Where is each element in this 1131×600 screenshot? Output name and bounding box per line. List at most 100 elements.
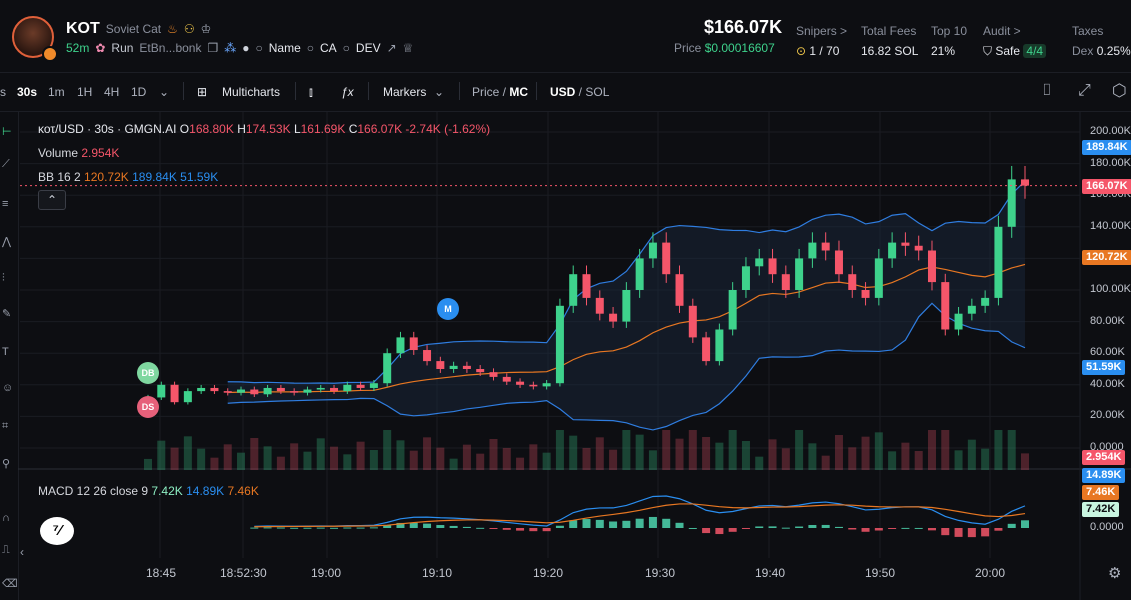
macd-histogram-bar <box>489 528 498 529</box>
usd-option[interactable]: USD <box>550 85 575 99</box>
top10-label: Top 10 <box>931 24 968 38</box>
volume-bar <box>662 430 671 470</box>
volume-bar <box>622 430 631 470</box>
candle-body <box>489 372 498 377</box>
volume-bar <box>981 448 990 470</box>
collapse-left-icon[interactable]: ‹ <box>20 545 24 559</box>
indicators-icon[interactable]: ƒx <box>341 85 354 99</box>
audit-stat[interactable]: Audit > ⛉ Safe 4/4 <box>983 24 1047 59</box>
candle-type-icon[interactable]: ⫾ <box>309 85 313 100</box>
bb-legend: BB 16 2 120.72K 189.84K 51.59K <box>38 170 218 184</box>
share-icon[interactable]: ↗ <box>387 41 397 55</box>
chart-settings-icon[interactable]: ⚙ <box>1108 564 1121 582</box>
macd-label: MACD 12 26 close 9 <box>38 484 149 498</box>
tradingview-logo[interactable]: ⁷⁄ <box>40 517 74 545</box>
multicharts-icon[interactable]: ⊞ <box>197 85 207 99</box>
macd-histogram-bar <box>901 527 910 529</box>
search-name-link[interactable]: Name <box>269 41 301 55</box>
volume-bar <box>237 452 246 470</box>
volume-value: 2.954K <box>81 146 120 160</box>
markers-chevron-icon[interactable]: ⌄ <box>434 85 444 99</box>
dev-buy-marker[interactable]: DB <box>137 362 159 384</box>
macd-histogram-bar <box>1007 523 1016 528</box>
macd-histogram-bar <box>662 518 671 528</box>
candle-body <box>250 389 259 395</box>
multicharts-button[interactable]: Multicharts <box>222 85 280 99</box>
taxes-value: 0.25% <box>1096 44 1131 58</box>
volume-tag: 2.954K <box>1082 450 1126 465</box>
bb-upper-value: 189.84K <box>132 170 177 184</box>
volume-bar <box>954 450 963 470</box>
interval-1m[interactable]: 1m <box>48 85 65 99</box>
markers-dropdown[interactable]: Markers <box>383 85 426 99</box>
interval-1h[interactable]: 1H <box>77 85 92 99</box>
candle-body <box>648 242 657 259</box>
volume-bar <box>675 438 684 470</box>
search-ca-icon[interactable]: ○ <box>307 41 314 55</box>
volume-bar <box>183 436 192 470</box>
camera-icon[interactable]: ⌷ <box>1042 82 1052 100</box>
price-axis-tick: 200.00K <box>1090 125 1131 137</box>
copy-icon[interactable]: ❐ <box>207 41 218 55</box>
sol-option[interactable]: SOL <box>585 85 609 99</box>
candle-body <box>688 305 697 338</box>
volume-bar <box>808 443 817 470</box>
token-address[interactable]: EtBn...bonk <box>139 41 201 55</box>
fullscreen-icon[interactable]: ⤢ <box>1078 82 1091 100</box>
mc-option[interactable]: MC <box>509 85 528 99</box>
snipers-stat[interactable]: Snipers > ⊙ 1 / 70 <box>796 24 847 58</box>
chart-toolbar: s 30s 1m 1H 4H 1D ⌄ ⊞ Multicharts ⫾ ƒx M… <box>0 72 1131 112</box>
interval-1d[interactable]: 1D <box>131 85 146 99</box>
interval-s[interactable]: s <box>0 85 6 99</box>
currency-toggle[interactable]: USD / SOL <box>550 85 609 99</box>
macd-legend: MACD 12 26 close 9 7.42K 14.89K 7.46K <box>38 484 259 498</box>
price-mc-toggle[interactable]: Price / MC <box>472 85 528 99</box>
time-axis-tick: 19:20 <box>533 566 564 580</box>
volume-bar <box>144 458 152 470</box>
price-chart[interactable] <box>0 112 1131 600</box>
macd-histogram-bar <box>874 528 883 531</box>
candle-body <box>609 313 618 322</box>
volume-bar <box>170 447 179 470</box>
macd-histogram-bar <box>741 528 750 529</box>
search-dev-link[interactable]: DEV <box>356 41 381 55</box>
interval-30s[interactable]: 30s <box>17 85 37 99</box>
volume-bar <box>994 430 1003 470</box>
bb-mid-tag: 120.72K <box>1082 250 1131 265</box>
volume-bar <box>781 448 790 470</box>
volume-bar <box>582 448 591 470</box>
collapse-legend-button[interactable]: ⌃ <box>38 190 66 210</box>
taxes-dex-label: Dex <box>1072 44 1094 58</box>
run-label: Run <box>111 41 134 55</box>
volume-bar <box>316 438 325 470</box>
macd-histogram-bar <box>369 527 378 529</box>
candle-body <box>901 242 910 246</box>
price-axis-tick: 140.00K <box>1090 219 1131 232</box>
candle-body <box>237 389 246 393</box>
interval-4h[interactable]: 4H <box>104 85 119 99</box>
settings-gear-icon[interactable]: ⬡ <box>1112 81 1127 101</box>
candle-body <box>396 337 405 354</box>
volume-bar <box>276 456 285 470</box>
telegram-icon[interactable]: ● <box>242 41 249 55</box>
search-dev-icon[interactable]: ○ <box>343 41 350 55</box>
candle-body <box>834 250 843 275</box>
macd-histogram-bar <box>582 519 591 528</box>
snipers-value-row: ⊙ 1 / 70 <box>796 44 847 58</box>
macd-histogram-bar <box>356 527 365 529</box>
macd-signal-tag: 7.46K <box>1082 485 1120 500</box>
volume-bar <box>529 444 538 470</box>
volume-bar <box>1021 453 1029 470</box>
macd-histogram-bar <box>569 520 578 528</box>
candle-body <box>927 250 936 283</box>
bb-upper-tag: 189.84K <box>1082 140 1131 155</box>
price-option[interactable]: Price <box>472 85 499 99</box>
search-name-icon[interactable]: ○ <box>255 41 262 55</box>
interval-dropdown-icon[interactable]: ⌄ <box>159 85 169 99</box>
migration-marker[interactable]: M <box>437 298 459 320</box>
search-ca-link[interactable]: CA <box>320 41 337 55</box>
dev-sell-marker[interactable]: DS <box>137 396 159 418</box>
favorite-icon[interactable]: ♕ <box>403 41 414 55</box>
bundle-icon[interactable]: ⁂ <box>224 41 236 55</box>
macd-histogram-bar <box>954 528 963 537</box>
